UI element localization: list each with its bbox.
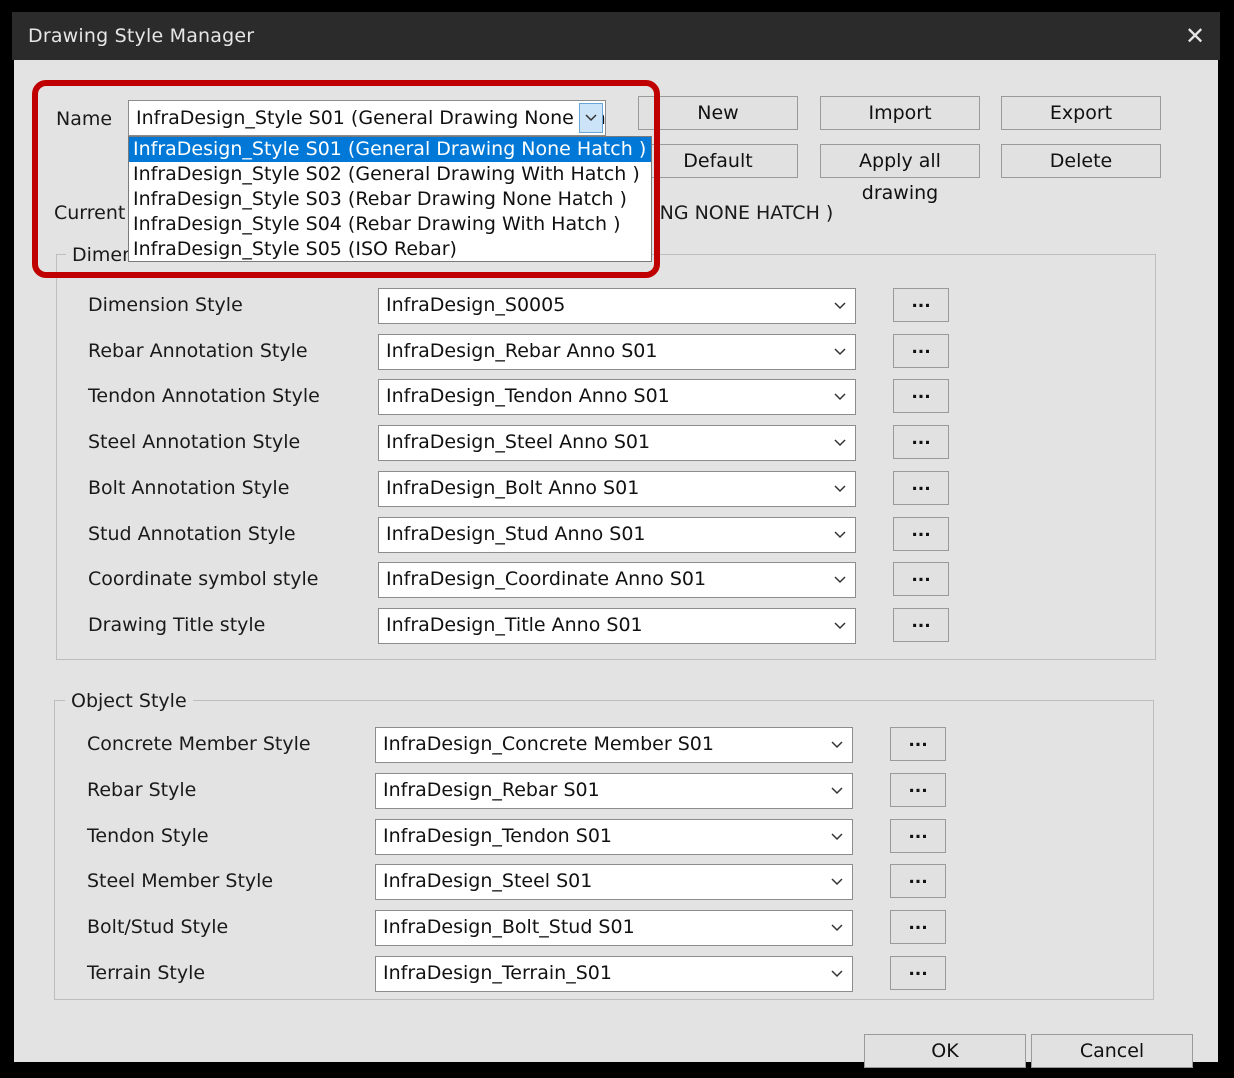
- chevron-down-icon[interactable]: [825, 380, 855, 414]
- style-select-value: InfraDesign_Tendon Anno S01: [386, 385, 670, 408]
- style-select[interactable]: InfraDesign_Stud Anno S01: [378, 516, 856, 553]
- style-select-value: InfraDesign_Bolt_Stud S01: [383, 916, 635, 939]
- style-row-label: Tendon Annotation Style: [88, 385, 320, 408]
- style-select-value: InfraDesign_Terrain_S01: [383, 962, 612, 984]
- chevron-down-icon[interactable]: [825, 518, 855, 552]
- style-select[interactable]: InfraDesign_Coordinate Anno S01: [378, 562, 856, 599]
- name-dropdown-list: InfraDesign_Style S01 (General Drawing N…: [128, 136, 652, 262]
- chevron-down-icon[interactable]: [822, 865, 852, 899]
- style-row-label: Terrain Style: [87, 962, 206, 984]
- style-select[interactable]: InfraDesign_Steel Anno S01: [378, 425, 856, 462]
- apply-all-drawing-button[interactable]: Apply all drawing: [820, 144, 980, 204]
- style-select[interactable]: InfraDesign_Terrain_S01: [375, 956, 853, 992]
- style-row-label: Rebar Annotation Style: [88, 339, 308, 362]
- chevron-down-icon[interactable]: [825, 563, 855, 597]
- import-button[interactable]: Import: [820, 96, 980, 130]
- chevron-down-icon[interactable]: [822, 957, 852, 991]
- style-edit-button[interactable]: ...: [893, 516, 949, 551]
- style-select-value: InfraDesign_Steel S01: [383, 870, 593, 893]
- dialog-body: Name InfraDesign_Style S01 (General Draw…: [14, 60, 1218, 1068]
- style-edit-button[interactable]: ...: [893, 607, 949, 642]
- style-row-label: Steel Annotation Style: [88, 431, 301, 454]
- drawing-style-manager-window: Drawing Style Manager ✕ Name InfraDesign…: [12, 12, 1220, 1068]
- cancel-button[interactable]: Cancel: [1031, 1034, 1193, 1068]
- style-select-value: InfraDesign_Bolt Anno S01: [386, 476, 640, 499]
- chevron-down-icon[interactable]: [825, 472, 855, 506]
- dropdown-option[interactable]: InfraDesign_Style S05 (ISO Rebar): [129, 237, 651, 262]
- style-select[interactable]: InfraDesign_Steel S01: [375, 864, 853, 901]
- style-select[interactable]: InfraDesign_Bolt_Stud S01: [375, 910, 853, 947]
- name-label: Name: [56, 108, 113, 130]
- style-select-value: InfraDesign_Concrete Member S01: [383, 733, 714, 755]
- style-edit-button[interactable]: ...: [890, 727, 946, 761]
- style-row-label: Steel Member Style: [87, 870, 274, 893]
- dropdown-option[interactable]: InfraDesign_Style S01 (General Drawing N…: [129, 137, 651, 162]
- style-select-value: InfraDesign_Stud Anno S01: [386, 522, 646, 545]
- chevron-down-icon[interactable]: [822, 728, 852, 762]
- style-row-label: Concrete Member Style: [87, 733, 311, 755]
- style-row-label: Drawing Title style: [88, 613, 266, 636]
- chevron-down-icon[interactable]: [822, 911, 852, 945]
- style-edit-button[interactable]: ...: [890, 910, 946, 945]
- chevron-down-icon[interactable]: [825, 335, 855, 369]
- window-title: Drawing Style Manager: [28, 25, 255, 47]
- style-select[interactable]: InfraDesign_Bolt Anno S01: [378, 470, 856, 507]
- close-icon[interactable]: ✕: [1180, 21, 1210, 51]
- style-select-value: InfraDesign_Tendon S01: [383, 824, 613, 847]
- title-bar: Drawing Style Manager ✕: [12, 12, 1220, 60]
- style-select[interactable]: InfraDesign_Concrete Member S01: [375, 727, 853, 763]
- style-select[interactable]: InfraDesign_Title Anno S01: [378, 607, 856, 644]
- style-select-value: InfraDesign_Coordinate Anno S01: [386, 568, 707, 591]
- style-edit-button[interactable]: ...: [890, 864, 946, 899]
- style-row-label: Stud Annotation Style: [88, 522, 296, 545]
- style-edit-button[interactable]: ...: [890, 818, 946, 853]
- delete-button[interactable]: Delete: [1001, 144, 1161, 178]
- style-edit-button[interactable]: ...: [893, 379, 949, 414]
- dropdown-option[interactable]: InfraDesign_Style S03 (Rebar Drawing Non…: [129, 187, 651, 212]
- dropdown-option[interactable]: InfraDesign_Style S04 (Rebar Drawing Wit…: [129, 212, 651, 237]
- dropdown-option[interactable]: InfraDesign_Style S02 (General Drawing W…: [129, 162, 651, 187]
- style-select-value: InfraDesign_Steel Anno S01: [386, 431, 651, 454]
- name-combo-value: InfraDesign_Style S01 (General Drawing N…: [136, 107, 606, 129]
- style-row-label: Dimension Style: [88, 294, 243, 316]
- chevron-down-icon[interactable]: [579, 103, 603, 133]
- object-group-legend: Object Style: [65, 690, 193, 712]
- style-row-label: Rebar Style: [87, 778, 197, 801]
- style-select-value: InfraDesign_Title Anno S01: [386, 613, 643, 636]
- new-button[interactable]: New: [638, 96, 798, 130]
- chevron-down-icon[interactable]: [825, 426, 855, 460]
- style-select[interactable]: InfraDesign_Rebar Anno S01: [378, 333, 856, 370]
- chevron-down-icon[interactable]: [825, 289, 855, 323]
- chevron-down-icon[interactable]: [822, 820, 852, 854]
- style-row-label: Coordinate symbol style: [88, 568, 319, 591]
- default-button[interactable]: Default: [638, 144, 798, 178]
- ok-button[interactable]: OK: [864, 1034, 1026, 1068]
- style-edit-button[interactable]: ...: [893, 288, 949, 322]
- style-select-value: InfraDesign_Rebar S01: [383, 778, 600, 801]
- style-row-label: Tendon Style: [87, 824, 209, 847]
- style-select[interactable]: InfraDesign_Tendon Anno S01: [378, 379, 856, 416]
- style-edit-button[interactable]: ...: [893, 333, 949, 368]
- style-edit-button[interactable]: ...: [893, 562, 949, 597]
- style-row-label: Bolt/Stud Style: [87, 916, 229, 939]
- style-edit-button[interactable]: ...: [893, 425, 949, 460]
- style-select-value: InfraDesign_S0005: [386, 294, 566, 316]
- style-select[interactable]: InfraDesign_S0005: [378, 288, 856, 324]
- style-select[interactable]: InfraDesign_Tendon S01: [375, 818, 853, 855]
- name-combo[interactable]: InfraDesign_Style S01 (General Drawing N…: [128, 100, 606, 136]
- style-select-value: InfraDesign_Rebar Anno S01: [386, 339, 658, 362]
- chevron-down-icon[interactable]: [825, 609, 855, 643]
- style-edit-button[interactable]: ...: [890, 956, 946, 990]
- current-style-value: ING NONE HATCH ): [654, 202, 834, 224]
- style-edit-button[interactable]: ...: [893, 470, 949, 505]
- current-label: Current: [54, 202, 126, 224]
- export-button[interactable]: Export: [1001, 96, 1161, 130]
- style-edit-button[interactable]: ...: [890, 772, 946, 807]
- style-select[interactable]: InfraDesign_Rebar S01: [375, 772, 853, 809]
- style-row-label: Bolt Annotation Style: [88, 476, 290, 499]
- chevron-down-icon[interactable]: [822, 774, 852, 808]
